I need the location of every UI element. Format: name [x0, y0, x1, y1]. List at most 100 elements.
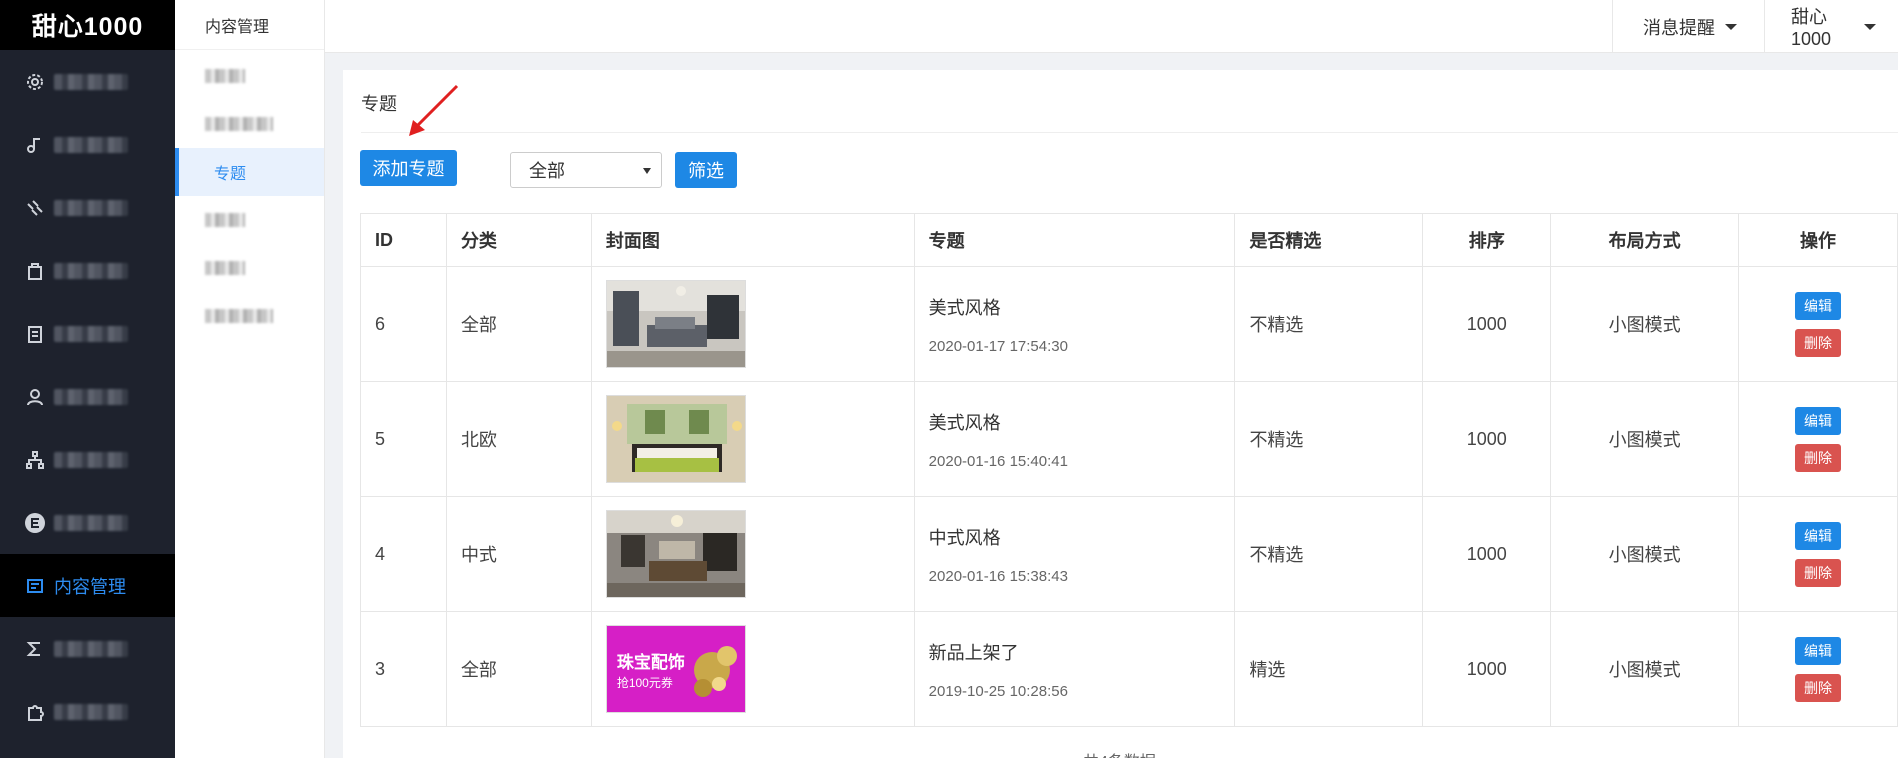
topic-title: 美式风格: [928, 412, 1001, 433]
topic-time: 2020-01-16 15:38:43: [928, 567, 1068, 585]
col-header: 布局方式: [1550, 213, 1740, 267]
category-filter-select[interactable]: 全部: [510, 152, 662, 188]
cell-category: 全部: [445, 266, 592, 382]
top-header: 消息提醒 甜心1000: [325, 0, 1898, 53]
content-icon: [24, 575, 46, 597]
topic-title: 中式风格: [928, 527, 1001, 548]
col-header: 分类: [445, 213, 592, 267]
subnav-item-1[interactable]: [175, 52, 324, 100]
e-icon: [24, 512, 46, 534]
subnav-item-label: [205, 69, 245, 83]
table-header-row: ID 分类 封面图 专题 是否精选 排序 布局方式 操作: [360, 213, 1898, 267]
bag-icon: [24, 260, 46, 282]
divider: [361, 132, 1898, 133]
cell-topic: 美式风格 2020-01-17 17:54:30: [913, 266, 1236, 382]
total-count: 共4条数据: [1083, 748, 1156, 758]
topic-time: 2019-10-25 10:28:56: [928, 682, 1068, 700]
table-row: 5 北欧 美式风格 2020-01-16 15:40:41 不精选 1000 小…: [360, 381, 1898, 497]
table-row: 6 全部 美式风格 2020-01-17 17:54:30 不精选 1000 小…: [360, 266, 1898, 382]
annotation-arrow-icon: [409, 84, 459, 136]
sidebar-item-label: [54, 73, 128, 90]
cell-cover: 珠宝配饰 抢100元券: [590, 611, 915, 727]
sidebar-item-label: [54, 451, 128, 468]
select-value: 全部: [529, 161, 565, 181]
table-row: 3 全部 珠宝配饰 抢100元券 新品上架了 2019-10-25 10:28:…: [360, 611, 1898, 727]
sidebar-item-6[interactable]: [0, 365, 175, 428]
edit-button[interactable]: 编辑: [1795, 521, 1842, 550]
edit-button[interactable]: 编辑: [1795, 406, 1842, 435]
sidebar-item-label: [54, 514, 128, 531]
chevron-down-icon: [1864, 23, 1876, 30]
sum-icon: [24, 638, 46, 660]
delete-button[interactable]: 删除: [1795, 558, 1842, 587]
main-sidebar: 甜心1000 内容管理: [0, 0, 175, 758]
sidebar-item-8[interactable]: [0, 491, 175, 554]
subnav-item-label: [205, 117, 273, 131]
delete-button[interactable]: 删除: [1795, 328, 1842, 357]
sidebar-item-2[interactable]: [0, 113, 175, 176]
sidebar-item-5[interactable]: [0, 302, 175, 365]
cell-cover: [590, 496, 915, 612]
notification-dropdown[interactable]: 消息提醒: [1612, 0, 1764, 53]
cell-featured: 精选: [1234, 611, 1424, 727]
subnav-title: 内容管理: [175, 0, 324, 50]
cell-featured: 不精选: [1234, 496, 1424, 612]
cell-featured: 不精选: [1234, 381, 1424, 497]
subnav-item-2[interactable]: [175, 100, 324, 148]
edit-button[interactable]: 编辑: [1795, 636, 1842, 665]
username-label: 甜心1000: [1791, 7, 1832, 49]
subnav-item-5[interactable]: [175, 244, 324, 292]
delete-button[interactable]: 删除: [1795, 443, 1842, 472]
cell-sort: 1000: [1422, 496, 1552, 612]
subnav-item-6[interactable]: [175, 292, 324, 340]
col-header: 专题: [913, 213, 1236, 267]
cell-topic: 新品上架了 2019-10-25 10:28:56: [913, 611, 1236, 727]
chevron-down-icon: [1725, 23, 1737, 30]
sidebar-item-label: [54, 325, 128, 342]
cell-id: 6: [360, 266, 447, 382]
dropdown-arrow-icon: [643, 168, 651, 174]
cell-actions: 编辑 删除: [1738, 266, 1898, 382]
subnav-item-label: 专题: [214, 166, 247, 183]
col-header: 是否精选: [1234, 213, 1424, 267]
sidebar-item-3[interactable]: [0, 176, 175, 239]
sidebar-item-content[interactable]: 内容管理: [0, 554, 175, 617]
sidebar-item-1[interactable]: [0, 50, 175, 113]
sidebar-item-7[interactable]: [0, 428, 175, 491]
sidebar-item-label: [54, 388, 128, 405]
cell-layout: 小图模式: [1550, 496, 1740, 612]
sidebar-item-label: 内容管理: [54, 576, 126, 597]
delete-button[interactable]: 删除: [1795, 673, 1842, 702]
edit-button[interactable]: 编辑: [1795, 291, 1842, 320]
filter-button[interactable]: 筛选: [675, 152, 737, 188]
org-icon: [24, 449, 46, 471]
subnav-item-label: [205, 261, 245, 275]
table-row: 4 中式 中式风格 2020-01-16 15:38:43 不精选 1000 小…: [360, 496, 1898, 612]
secondary-sidebar: 内容管理 专题: [175, 0, 325, 758]
sidebar-item-label: [54, 199, 128, 216]
sidebar-item-11[interactable]: [0, 680, 175, 743]
subnav-item-4[interactable]: [175, 196, 324, 244]
topic-table: ID 分类 封面图 专题 是否精选 排序 布局方式 操作 6 全部 美式风格 2…: [360, 213, 1898, 727]
user-dropdown[interactable]: 甜心1000: [1764, 0, 1898, 53]
cell-category: 全部: [445, 611, 592, 727]
sidebar-item-10[interactable]: [0, 617, 175, 680]
cell-featured: 不精选: [1234, 266, 1424, 382]
sidebar-item-4[interactable]: [0, 239, 175, 302]
cover-image: [605, 395, 746, 483]
banner-sub-text: 抢100元券: [616, 676, 673, 690]
sidebar-item-label: [54, 262, 128, 279]
cell-actions: 编辑 删除: [1738, 381, 1898, 497]
cell-id: 3: [360, 611, 447, 727]
cell-layout: 小图模式: [1550, 381, 1740, 497]
sidebar-item-label: [54, 640, 128, 657]
topic-time: 2020-01-17 17:54:30: [928, 337, 1068, 355]
sidebar-item-label: [54, 136, 128, 153]
user-icon: [24, 386, 46, 408]
subnav-item-topic[interactable]: 专题: [175, 148, 324, 196]
col-header: 排序: [1422, 213, 1552, 267]
clipboard-icon: [24, 323, 46, 345]
col-header: ID: [360, 213, 447, 267]
col-header: 封面图: [590, 213, 915, 267]
add-topic-button[interactable]: 添加专题: [360, 150, 457, 186]
